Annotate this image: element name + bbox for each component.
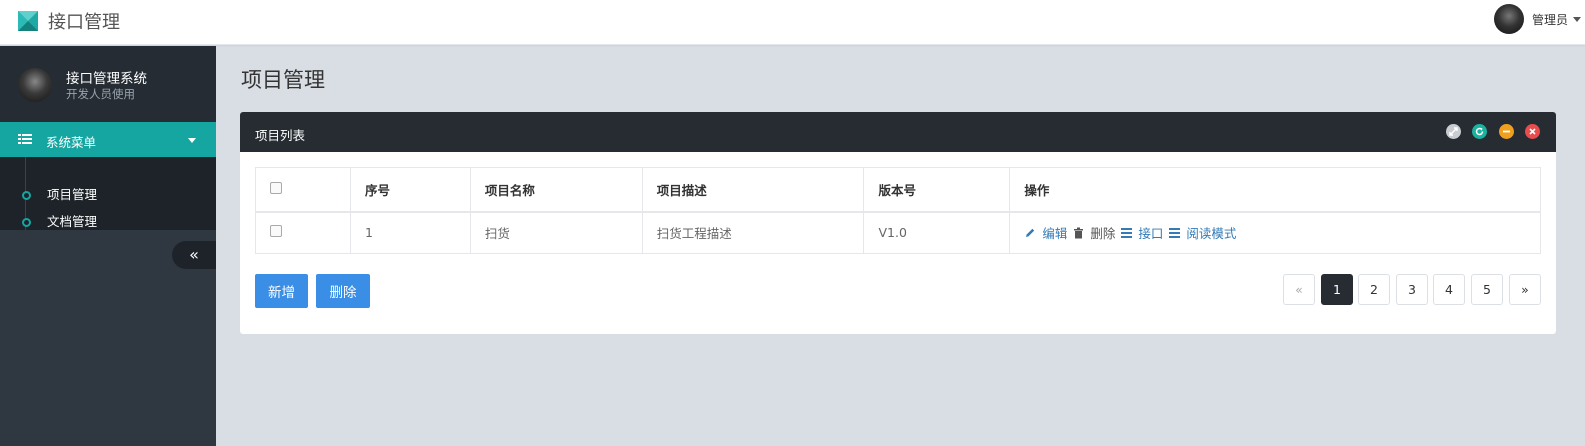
column-header: 操作 xyxy=(1009,167,1541,213)
pencil-icon xyxy=(1026,228,1035,237)
page-5-button[interactable]: 5 xyxy=(1471,274,1503,305)
table-header-row: 序号 项目名称 项目描述 版本号 操作 xyxy=(255,167,1541,213)
page-2-button[interactable]: 2 xyxy=(1358,274,1390,305)
close-icon[interactable] xyxy=(1525,124,1540,139)
page-title: 项目管理 xyxy=(241,68,325,92)
chevron-down-icon[interactable] xyxy=(1573,17,1581,22)
next-page-button[interactable]: » xyxy=(1509,274,1541,305)
menu-system[interactable]: 系统菜单 xyxy=(0,122,216,157)
cell-version: V1.0 xyxy=(863,211,1011,254)
sidebar-profile: 接口管理系统 开发人员使用 xyxy=(0,46,216,122)
user-menu[interactable]: 管理员 xyxy=(1493,4,1581,34)
circle-icon xyxy=(22,191,31,200)
column-header: 项目名称 xyxy=(469,167,643,213)
minimize-icon[interactable] xyxy=(1499,124,1514,139)
edit-label: 编辑 xyxy=(1042,226,1068,242)
column-header: 版本号 xyxy=(863,167,1011,213)
list-icon xyxy=(1121,227,1133,238)
top-navbar: 接口管理 管理员 xyxy=(0,0,1585,45)
brand[interactable]: 接口管理 xyxy=(18,8,120,34)
page-1-button[interactable]: 1 xyxy=(1321,274,1353,305)
prev-page-button[interactable]: « xyxy=(1283,274,1315,305)
grid-icon xyxy=(18,134,32,144)
cell-index: 1 xyxy=(349,211,471,254)
refresh-icon[interactable] xyxy=(1472,124,1487,139)
sidebar-item-docs[interactable]: 文档管理 xyxy=(0,208,216,230)
api-link[interactable]: 接口 xyxy=(1121,223,1163,242)
project-panel: 项目列表 序号 项目名称 项目描述 版本号 操作 1 扫货 扫货工程描述 V1.… xyxy=(240,112,1556,334)
edit-link[interactable]: 编辑 xyxy=(1024,223,1067,242)
collapse-sidebar-button[interactable]: « xyxy=(172,241,216,269)
sidebar-item-label: 项目管理 xyxy=(47,187,98,202)
circle-icon xyxy=(22,218,31,227)
project-table: 序号 项目名称 项目描述 版本号 操作 1 扫货 扫货工程描述 V1.0 编辑 xyxy=(255,167,1541,254)
user-name[interactable]: 管理员 xyxy=(1532,11,1568,28)
avatar[interactable] xyxy=(1493,4,1524,34)
add-button[interactable]: 新增 xyxy=(255,274,308,308)
cell-desc: 扫货工程描述 xyxy=(641,211,865,254)
delete-button[interactable]: 删除 xyxy=(316,274,370,308)
list-icon xyxy=(1169,227,1181,238)
chevron-down-icon xyxy=(188,138,196,143)
menu-title: 系统菜单 xyxy=(46,135,97,150)
profile-name: 接口管理系统 xyxy=(66,71,147,87)
read-mode-link[interactable]: 阅读模式 xyxy=(1169,223,1236,242)
panel-header: 项目列表 xyxy=(240,112,1556,152)
delete-label: 删除 xyxy=(1090,226,1116,242)
panel-title: 项目列表 xyxy=(255,128,306,143)
cell-name: 扫货 xyxy=(469,211,643,254)
delete-link[interactable]: 删除 xyxy=(1073,223,1115,242)
submenu: 项目管理 文档管理 xyxy=(0,157,216,230)
column-header: 序号 xyxy=(349,167,471,213)
sidebar-item-label: 文档管理 xyxy=(47,214,98,229)
cell-actions: 编辑 删除 接口 阅读模式 xyxy=(1009,211,1541,254)
select-all-checkbox[interactable] xyxy=(270,181,282,194)
select-all-cell xyxy=(255,167,351,213)
row-checkbox[interactable] xyxy=(270,225,282,238)
api-label: 接口 xyxy=(1138,226,1164,242)
sidebar-item-project[interactable]: 项目管理 xyxy=(0,181,216,203)
column-header: 项目描述 xyxy=(641,167,865,213)
page-4-button[interactable]: 4 xyxy=(1433,274,1465,305)
profile-role: 开发人员使用 xyxy=(66,87,135,101)
sidebar: 接口管理系统 开发人员使用 系统菜单 项目管理 文档管理 « xyxy=(0,46,216,446)
trash-icon xyxy=(1074,227,1084,239)
app-title: 接口管理 xyxy=(48,12,120,33)
logo-icon xyxy=(18,11,38,31)
page-3-button[interactable]: 3 xyxy=(1396,274,1428,305)
read-mode-label: 阅读模式 xyxy=(1186,226,1237,242)
avatar xyxy=(18,68,52,102)
row-select-cell xyxy=(255,211,351,254)
table-row: 1 扫货 扫货工程描述 V1.0 编辑 删除 接口 阅读模式 xyxy=(255,211,1541,254)
expand-icon[interactable] xyxy=(1446,124,1461,139)
